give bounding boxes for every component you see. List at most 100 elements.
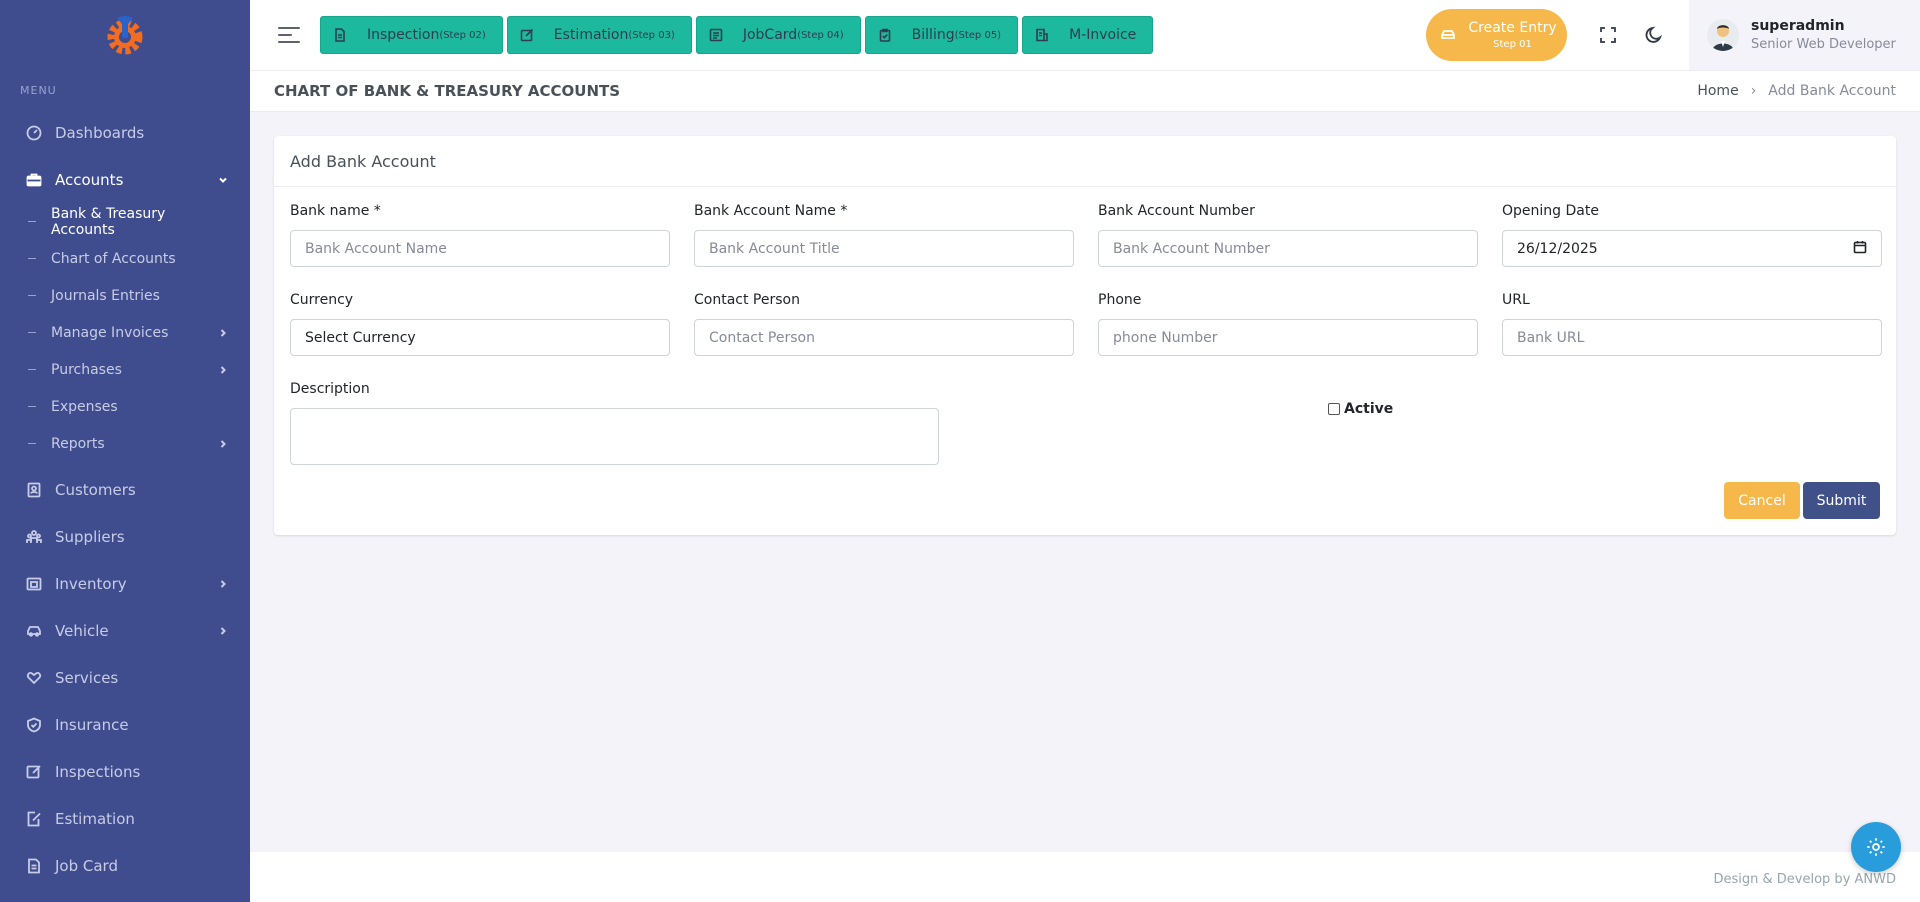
logo[interactable] <box>0 0 250 70</box>
opening-date-label: Opening Date <box>1502 203 1599 219</box>
bank-account-number-input[interactable] <box>1098 230 1478 267</box>
hamburger-menu-icon[interactable] <box>278 27 300 43</box>
form-row-1: Bank name * Bank Account Name * Bank Acc… <box>290 203 1882 267</box>
avatar <box>1707 19 1739 51</box>
team-icon <box>24 527 44 547</box>
currency-group: Currency Select Currency <box>290 292 670 356</box>
calendar-icon[interactable] <box>1853 240 1867 258</box>
bank-account-number-group: Bank Account Number <box>1098 203 1478 267</box>
dash-icon <box>28 332 36 333</box>
bank-name-input[interactable] <box>290 230 670 267</box>
create-entry-label: Create Entry <box>1468 20 1557 37</box>
sidebar-item-vehicle[interactable]: Vehicle <box>0 607 250 654</box>
create-entry-button[interactable]: Create Entry Step 01 <box>1426 9 1567 61</box>
settings-fab-button[interactable] <box>1851 822 1901 872</box>
sidebar-subitem-label: Expenses <box>51 398 118 415</box>
user-role: Senior Web Developer <box>1751 37 1896 52</box>
sidebar-subitem-purchases[interactable]: Purchases <box>0 351 250 388</box>
sidebar-item-inventory[interactable]: Inventory <box>0 560 250 607</box>
sidebar-subitem-label: Bank & Treasury Accounts <box>51 205 166 238</box>
active-checkbox-group: Active <box>1328 401 1393 417</box>
dashboard-icon <box>24 123 44 143</box>
sidebar-item-label: Customers <box>55 480 136 499</box>
chevron-down-icon <box>218 175 228 185</box>
sidebar-item-job-card[interactable]: Job Card <box>0 842 250 889</box>
phone-input[interactable] <box>1098 319 1478 356</box>
gear-wrench-logo-icon <box>102 12 148 58</box>
contact-person-label: Contact Person <box>694 292 800 308</box>
active-checkbox[interactable] <box>1328 403 1340 415</box>
invoice-icon <box>1035 28 1049 42</box>
sidebar-item-label: Services <box>55 668 119 687</box>
sidebar-item-customers[interactable]: Customers <box>0 466 250 513</box>
briefcase-icon <box>24 170 44 190</box>
car-icon <box>24 621 44 641</box>
page-title-bar: CHART OF BANK & TREASURY ACCOUNTS Home ›… <box>250 70 1920 112</box>
dash-icon <box>28 258 36 259</box>
step-number: (Step 03) <box>628 29 675 41</box>
user-file-icon <box>24 480 44 500</box>
sidebar-subitem-reports[interactable]: Reports <box>0 425 250 462</box>
step-label: Inspection <box>367 27 440 43</box>
sidebar-item-dashboards[interactable]: Dashboards <box>0 109 250 156</box>
sidebar-item-label: Suppliers <box>55 527 125 546</box>
add-bank-account-card: Add Bank Account Bank name * Bank Accoun… <box>274 136 1896 535</box>
m-invoice-button[interactable]: M-Invoice <box>1022 16 1154 54</box>
edit-box-icon <box>520 28 534 42</box>
sidebar-item-inspections[interactable]: Inspections <box>0 748 250 795</box>
description-textarea[interactable] <box>290 408 939 465</box>
sidebar-item-label: Insurance <box>55 715 129 734</box>
sidebar-subitem-expenses[interactable]: Expenses <box>0 388 250 425</box>
chevron-right-icon: › <box>1750 83 1757 99</box>
sidebar-item-label: Dashboards <box>55 123 145 142</box>
dash-icon <box>28 369 36 370</box>
chevron-right-icon <box>218 439 228 449</box>
sidebar-item-label: Job Card <box>55 856 118 875</box>
url-input[interactable] <box>1502 319 1882 356</box>
dash-icon <box>28 295 36 296</box>
contact-person-group: Contact Person <box>694 292 1074 356</box>
fullscreen-icon[interactable] <box>1585 12 1631 58</box>
opening-date-input[interactable]: 26/12/2025 <box>1502 230 1882 267</box>
sidebar-item-suppliers[interactable]: Suppliers <box>0 513 250 560</box>
billing-step-button[interactable]: Billing (Step 05) <box>864 16 1019 54</box>
breadcrumb-home-link[interactable]: Home <box>1697 83 1738 99</box>
opening-date-value: 26/12/2025 <box>1517 240 1598 257</box>
bank-account-name-group: Bank Account Name * <box>694 203 1074 267</box>
car-icon <box>1440 27 1456 43</box>
cancel-button[interactable]: Cancel <box>1724 482 1800 519</box>
jobcard-step-button[interactable]: JobCard (Step 04) <box>695 16 861 54</box>
dash-icon <box>28 406 36 407</box>
step-label: Billing <box>911 27 955 43</box>
sidebar-item-label: Inspections <box>55 762 141 781</box>
dark-mode-moon-icon[interactable] <box>1631 12 1677 58</box>
sidebar-subitem-chart-of-accounts[interactable]: Chart of Accounts <box>0 240 250 277</box>
user-profile[interactable]: superadmin Senior Web Developer <box>1689 0 1920 70</box>
submit-button[interactable]: Submit <box>1803 482 1880 519</box>
bank-account-name-input[interactable] <box>694 230 1074 267</box>
chevron-right-icon <box>218 328 228 338</box>
contact-person-input[interactable] <box>694 319 1074 356</box>
sidebar-item-estimation[interactable]: Estimation <box>0 795 250 842</box>
step-number: (Step 02) <box>439 29 486 41</box>
inspection-step-button[interactable]: Inspection (Step 02) <box>320 16 503 54</box>
dash-icon <box>28 221 36 222</box>
edit-file-icon <box>24 809 44 829</box>
description-group: Description <box>290 381 939 465</box>
currency-selected-value: Select Currency <box>305 329 416 346</box>
estimation-step-button[interactable]: Estimation (Step 03) <box>506 16 692 54</box>
sidebar-item-accounts[interactable]: Accounts <box>0 156 250 203</box>
menu-title: MENU <box>20 84 57 97</box>
currency-select[interactable]: Select Currency <box>290 319 670 356</box>
clipboard-check-icon <box>878 28 892 42</box>
create-entry-text: Create Entry Step 01 <box>1468 19 1567 50</box>
sidebar-subitem-manage-invoices[interactable]: Manage Invoices <box>0 314 250 351</box>
url-group: URL <box>1502 292 1882 356</box>
breadcrumb: Home › Add Bank Account <box>1697 83 1896 99</box>
phone-label: Phone <box>1098 292 1142 308</box>
sidebar-subitem-bank-treasury[interactable]: Bank & Treasury Accounts <box>0 203 250 240</box>
sidebar-item-services[interactable]: Services <box>0 654 250 701</box>
sidebar-subitem-journals-entries[interactable]: Journals Entries <box>0 277 250 314</box>
sidebar-item-insurance[interactable]: Insurance <box>0 701 250 748</box>
sidebar-subitem-label: Chart of Accounts <box>51 250 176 267</box>
